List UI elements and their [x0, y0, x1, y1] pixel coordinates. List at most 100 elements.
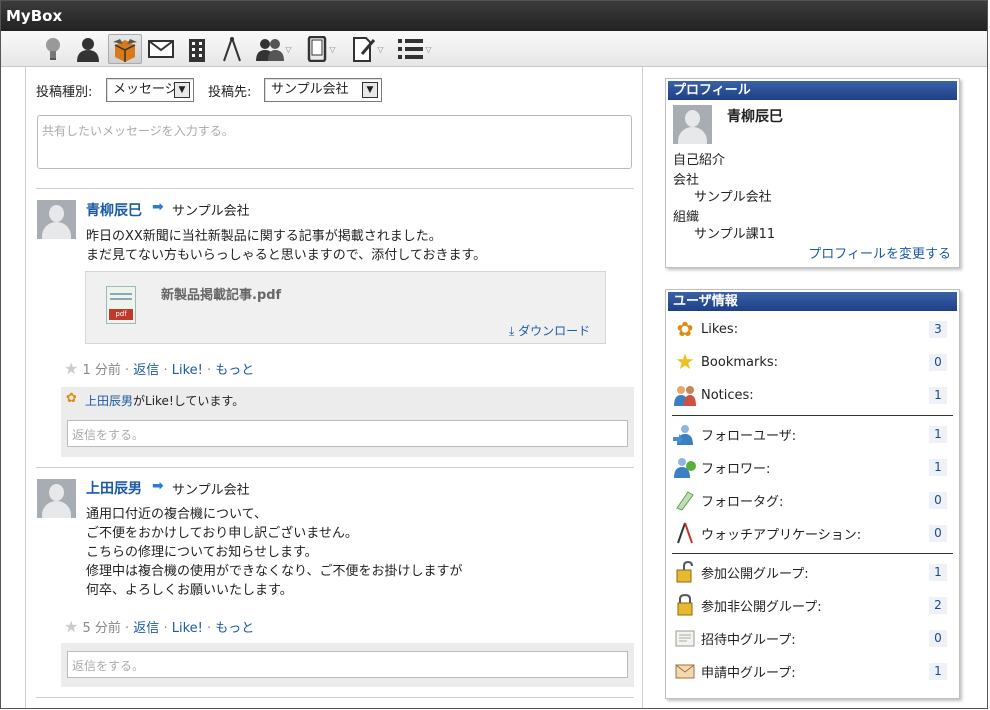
flower-icon: ✿ — [676, 317, 694, 341]
post-dest-select[interactable]: サンプル会社 ▼ — [264, 78, 382, 102]
divider — [36, 467, 634, 468]
like-link[interactable]: Like! — [172, 621, 203, 636]
timeline: 投稿種別: メッセージ ▼ 投稿先: サンプル会社 ▼ 共有したいメッセージを入… — [26, 67, 643, 708]
download-icon: ⤓ — [509, 324, 519, 338]
row-count: 0 — [929, 629, 947, 647]
row-count: 1 — [929, 386, 947, 404]
users-icon[interactable]: ▽ — [253, 34, 295, 64]
like-summary: ✿ 上田辰男がLike!しています。 — [61, 387, 634, 412]
arrow-right-icon: ➡ — [152, 199, 164, 215]
lightbulb-icon[interactable] — [39, 34, 67, 64]
message-input[interactable]: 共有したいメッセージを入力する。 — [37, 115, 632, 169]
phone-icon[interactable]: ▽ — [301, 34, 341, 64]
intro-label: 自己紹介 — [673, 153, 726, 168]
userinfo-row-bookmarks[interactable]: ★ Bookmarks: 0 — [672, 347, 953, 377]
row-count: 1 — [929, 563, 947, 581]
compass-icon[interactable] — [219, 34, 245, 64]
userinfo-row-requested-groups[interactable]: 申請中グループ: 1 — [672, 656, 953, 686]
company-value: サンプル会社 — [694, 190, 772, 205]
post-time: 5 分前 — [82, 621, 121, 636]
more-link[interactable]: もっと — [215, 621, 254, 636]
reply-input[interactable]: 返信をする。 — [67, 420, 628, 447]
box-icon[interactable] — [108, 34, 142, 64]
building-icon[interactable] — [184, 34, 210, 64]
divider — [36, 188, 634, 189]
post-author[interactable]: 青柳辰巳 — [86, 200, 142, 220]
userinfo-row-likes[interactable]: ✿ Likes: 3 — [672, 314, 953, 344]
toolbar: ▽ ▽ ▽ ▽ — [1, 31, 987, 67]
reply-area: 返信をする。 — [61, 412, 634, 457]
separator — [672, 415, 953, 416]
post-destination: サンプル会社 — [172, 483, 250, 498]
post-meta: ★ 1 分前 · 返信 · Like! · もっと — [64, 359, 255, 378]
row-label: 申請中グループ: — [701, 665, 796, 681]
row-count: 1 — [929, 425, 947, 443]
attachment: pdf 新製品掲載記事.pdf ⤓ ダウンロード — [85, 271, 606, 344]
userinfo-row-follow-tags[interactable]: フォロータグ: 0 — [672, 485, 953, 515]
row-count: 0 — [929, 491, 947, 509]
userinfo-row-invited-groups[interactable]: 招待中グループ: 0 — [672, 623, 953, 653]
userinfo-row-follow-users[interactable]: フォローユーザ: 1 — [672, 419, 953, 449]
userinfo-row-private-groups[interactable]: 参加非公開グループ: 2 — [672, 590, 953, 620]
userinfo-row-watch-apps[interactable]: ウォッチアプリケーション: 0 — [672, 518, 953, 548]
pdf-icon: pdf — [106, 286, 136, 324]
userinfo-panel: ユーザ情報 ✿ Likes: 3 ★ Bookmarks: 0 Notices:… — [665, 289, 960, 699]
row-count: 1 — [929, 458, 947, 476]
row-label: 参加非公開グループ: — [701, 599, 822, 615]
list-icon[interactable]: ▽ — [394, 34, 436, 64]
post-type-select[interactable]: メッセージ ▼ — [106, 78, 194, 102]
org-value: サンプル課11 — [694, 227, 776, 242]
row-count: 0 — [929, 524, 947, 542]
row-label: 招待中グループ: — [701, 632, 796, 648]
post-dest-value: サンプル会社 — [271, 82, 349, 97]
follow-user-icon — [672, 421, 698, 447]
star-icon: ★ — [675, 349, 695, 375]
row-count: 0 — [929, 353, 947, 371]
edit-icon[interactable]: ▽ — [347, 34, 389, 64]
row-count: 2 — [929, 596, 947, 614]
compass-icon — [672, 520, 698, 546]
mail-icon[interactable] — [147, 34, 175, 64]
reply-link[interactable]: 返信 — [133, 621, 159, 636]
star-icon[interactable]: ★ — [64, 359, 78, 378]
reply-link[interactable]: 返信 — [133, 363, 159, 378]
download-link[interactable]: ⤓ ダウンロード — [509, 322, 590, 339]
post-body: 通用口付近の複合機について、 ご不便をおかけしており申し訳ございません。 こちら… — [86, 505, 462, 600]
userinfo-header: ユーザ情報 — [668, 292, 957, 311]
like-link[interactable]: Like! — [172, 363, 203, 378]
profile-header: プロフィール — [668, 81, 957, 100]
post-line: こちらの修理についてお知らせします。 — [86, 545, 318, 560]
people-icon — [672, 382, 698, 408]
post-author[interactable]: 上田辰男 — [86, 478, 142, 498]
liked-by-user[interactable]: 上田辰男 — [85, 394, 133, 408]
reply-area: 返信をする。 — [61, 643, 634, 687]
separator — [672, 553, 953, 554]
row-label: フォローユーザ: — [701, 428, 797, 444]
userinfo-row-open-groups[interactable]: 参加公開グループ: 1 — [672, 557, 953, 587]
avatar[interactable] — [37, 200, 76, 239]
post-dest-label: 投稿先: — [208, 85, 252, 100]
avatar[interactable] — [673, 105, 712, 144]
userinfo-row-followers[interactable]: フォロワー: 1 — [672, 452, 953, 482]
user-icon[interactable] — [73, 34, 103, 64]
row-label: ウォッチアプリケーション: — [701, 527, 862, 543]
post-type-value: メッセージ — [113, 82, 178, 97]
post-type-label: 投稿種別: — [36, 85, 93, 100]
more-link[interactable]: もっと — [215, 363, 254, 378]
arrow-right-icon: ➡ — [152, 478, 164, 494]
flower-icon: ✿ — [66, 391, 77, 406]
tag-icon — [672, 487, 698, 513]
attachment-filename[interactable]: 新製品掲載記事.pdf — [161, 284, 281, 303]
edit-profile-link[interactable]: プロフィールを変更する — [808, 243, 951, 262]
reply-input[interactable]: 返信をする。 — [67, 651, 628, 678]
chevron-down-icon: ▼ — [174, 82, 190, 98]
post-line: 修理中は複合機の使用ができなくなり、ご不便をお掛けしますが — [86, 564, 463, 579]
post-meta: ★ 5 分前 · 返信 · Like! · もっと — [64, 617, 255, 636]
post-line: 昨日のXX新聞に当社新製品に関する記事が掲載されました。 — [86, 229, 442, 244]
follower-icon — [672, 454, 698, 480]
open-lock-icon — [672, 559, 698, 585]
star-icon[interactable]: ★ — [64, 617, 78, 636]
avatar[interactable] — [37, 479, 76, 518]
chevron-down-icon: ▼ — [362, 82, 378, 98]
userinfo-row-notices[interactable]: Notices: 1 — [672, 380, 953, 410]
